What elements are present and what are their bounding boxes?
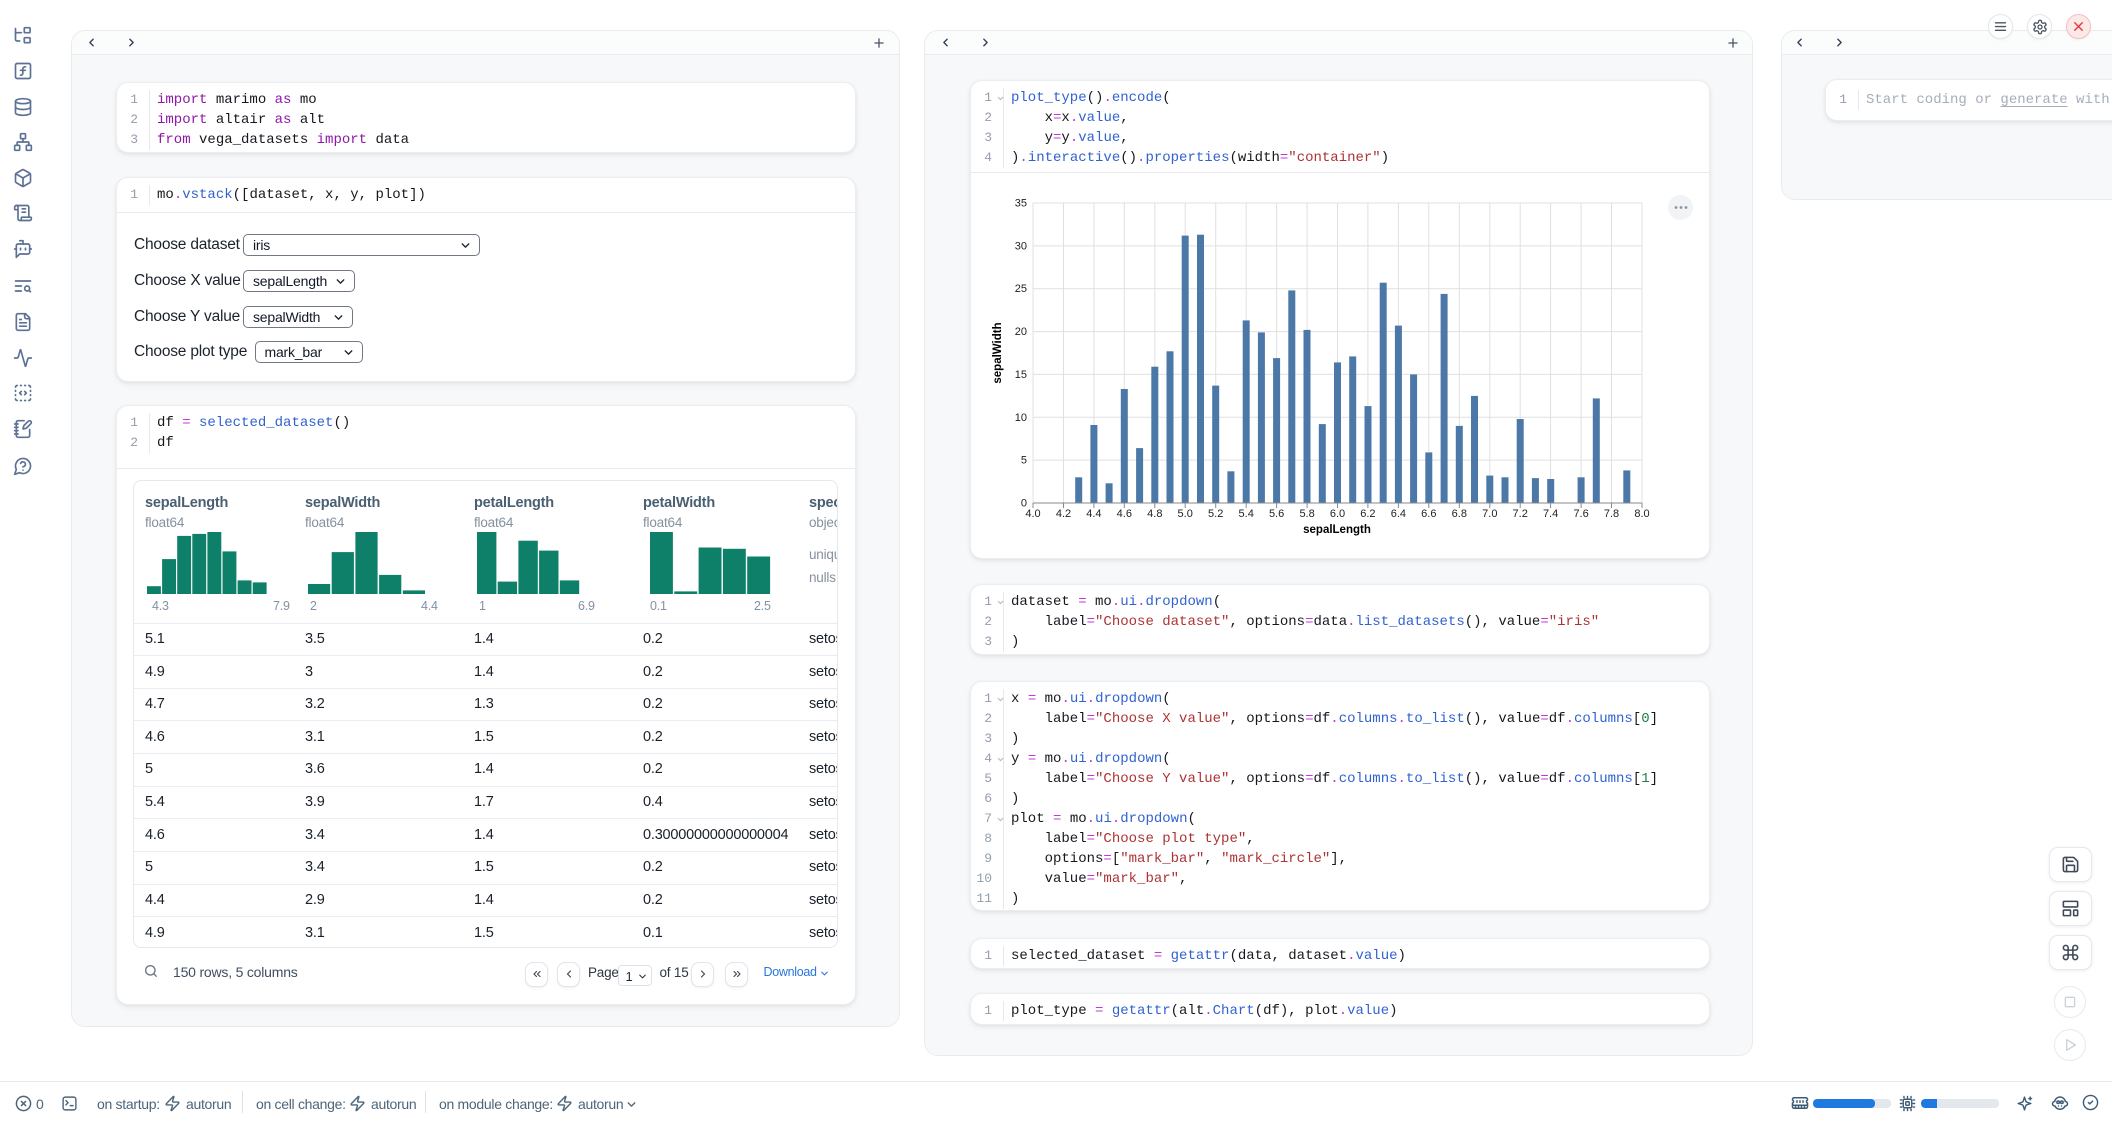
svg-text:5.0: 5.0 — [1178, 508, 1193, 520]
svg-text:5.6: 5.6 — [1269, 508, 1284, 520]
svg-text:sepalLength: sepalLength — [1303, 524, 1371, 536]
svg-text:6.6: 6.6 — [1421, 508, 1436, 520]
svg-text:6.8: 6.8 — [1452, 508, 1467, 520]
svg-text:5: 5 — [1021, 455, 1027, 467]
svg-text:5.4: 5.4 — [1239, 508, 1254, 520]
svg-text:8.0: 8.0 — [1634, 508, 1649, 520]
svg-text:6.0: 6.0 — [1330, 508, 1345, 520]
svg-text:4.6: 4.6 — [1117, 508, 1132, 520]
svg-text:4.0: 4.0 — [1025, 508, 1040, 520]
svg-text:4.2: 4.2 — [1056, 508, 1071, 520]
svg-text:10: 10 — [1015, 412, 1027, 424]
svg-text:4.4: 4.4 — [1086, 508, 1101, 520]
svg-text:sepalWidth: sepalWidth — [992, 322, 1004, 383]
svg-text:5.8: 5.8 — [1299, 508, 1314, 520]
svg-text:35: 35 — [1015, 198, 1027, 210]
svg-text:20: 20 — [1015, 326, 1027, 338]
svg-text:5.2: 5.2 — [1208, 508, 1223, 520]
svg-text:0: 0 — [1021, 498, 1027, 510]
svg-text:15: 15 — [1015, 369, 1027, 381]
svg-text:30: 30 — [1015, 240, 1027, 252]
svg-text:4.8: 4.8 — [1147, 508, 1162, 520]
svg-text:25: 25 — [1015, 283, 1027, 295]
svg-text:7.2: 7.2 — [1513, 508, 1528, 520]
svg-text:7.4: 7.4 — [1543, 508, 1558, 520]
svg-text:7.8: 7.8 — [1604, 508, 1619, 520]
svg-text:6.4: 6.4 — [1391, 508, 1406, 520]
svg-text:7.0: 7.0 — [1482, 508, 1497, 520]
svg-text:7.6: 7.6 — [1573, 508, 1588, 520]
svg-text:6.2: 6.2 — [1360, 508, 1375, 520]
